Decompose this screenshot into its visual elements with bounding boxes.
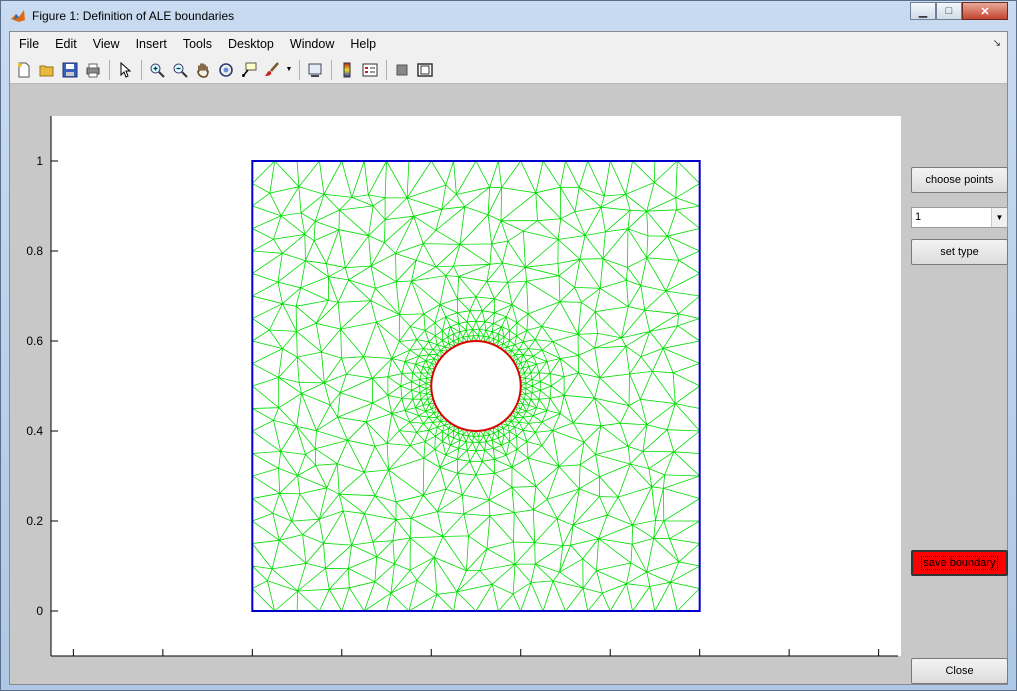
brush-icon[interactable] (261, 59, 283, 81)
maximize-button[interactable]: □ (936, 2, 962, 20)
menu-file[interactable]: File (10, 37, 47, 51)
choose-points-label: choose points (925, 174, 994, 186)
plot-svg[interactable]: -0.4 -0.2 0 0.2 0.4 0.6 0.8 1 1.2 1.4 0 0.2 0.4 0.6 0.… (18, 84, 898, 664)
x-tick-label: 0.4 (423, 663, 440, 664)
choose-points-button[interactable]: choose points (911, 167, 1008, 193)
figure-client: File Edit View Insert Tools Desktop Wind… (9, 31, 1008, 685)
minimize-icon: ▁ (918, 5, 928, 18)
x-tick-label: 1.4 (870, 663, 887, 664)
menu-tools[interactable]: Tools (175, 37, 220, 51)
x-tick-label: 0.2 (333, 663, 350, 664)
rotate-icon[interactable] (215, 59, 237, 81)
show-plot-tools-icon[interactable] (414, 59, 436, 81)
dock-arrow-icon[interactable]: ↘ (993, 38, 1001, 49)
new-figure-icon[interactable] (13, 59, 35, 81)
close-window-button[interactable]: ✕ (962, 2, 1008, 20)
x-tick-label: 1.2 (781, 663, 798, 664)
y-tick-label: 1 (36, 154, 43, 168)
zoom-out-icon[interactable] (169, 59, 191, 81)
menu-edit[interactable]: Edit (47, 37, 85, 51)
close-label: Close (945, 665, 974, 677)
set-type-label: set type (940, 246, 979, 258)
link-plot-icon[interactable] (304, 59, 326, 81)
type-select[interactable]: 1 ▼ (911, 207, 1008, 228)
zoom-in-icon[interactable] (146, 59, 168, 81)
x-tick-label: 0.6 (512, 663, 529, 664)
hide-plot-tools-icon[interactable] (391, 59, 413, 81)
x-tick-label: 0.8 (602, 663, 619, 664)
save-boundary-button[interactable]: save boundary (911, 550, 1008, 576)
menu-window[interactable]: Window (282, 37, 342, 51)
menu-view[interactable]: View (85, 37, 128, 51)
x-tick-label: 0 (249, 663, 256, 664)
y-tick-label: 0.2 (26, 514, 43, 528)
pointer-icon[interactable] (114, 59, 136, 81)
figure-toolbar: ▼ (10, 56, 1007, 84)
save-icon[interactable] (59, 59, 81, 81)
save-boundary-label: save boundary (921, 556, 998, 570)
y-tick-label: 0 (36, 604, 43, 618)
menu-help[interactable]: Help (342, 37, 384, 51)
menu-insert[interactable]: Insert (128, 37, 175, 51)
y-tick-label: 0.4 (26, 424, 43, 438)
window-title: Figure 1: Definition of ALE boundaries (32, 9, 235, 23)
x-tick-label: -0.2 (152, 663, 173, 664)
hole-boundary (430, 340, 522, 432)
colorbar-icon[interactable] (336, 59, 358, 81)
toolbar-separator (331, 59, 332, 80)
y-tick-label: 0.8 (26, 244, 43, 258)
toolbar-separator (141, 59, 142, 80)
chevron-down-icon[interactable]: ▼ (991, 208, 1007, 227)
toolbar-separator (299, 59, 300, 80)
pan-icon[interactable] (192, 59, 214, 81)
y-tick-label: 0.6 (26, 334, 43, 348)
print-icon[interactable] (82, 59, 104, 81)
close-icon: ✕ (980, 5, 990, 18)
title-bar[interactable]: Figure 1: Definition of ALE boundaries ▁… (1, 1, 1016, 31)
x-tick-label: 1 (696, 663, 703, 664)
open-file-icon[interactable] (36, 59, 58, 81)
menu-bar: File Edit View Insert Tools Desktop Wind… (10, 32, 1007, 56)
x-tick-label: -0.4 (63, 663, 84, 664)
toolbar-separator (109, 59, 110, 80)
maximize-icon: □ (945, 5, 953, 17)
menu-desktop[interactable]: Desktop (220, 37, 282, 51)
set-type-button[interactable]: set type (911, 239, 1008, 265)
minimize-button[interactable]: ▁ (910, 2, 936, 20)
brush-dropdown-icon[interactable]: ▼ (284, 59, 294, 81)
close-button[interactable]: Close (911, 658, 1008, 684)
matlab-icon (11, 10, 25, 22)
toolbar-separator (386, 59, 387, 80)
legend-icon[interactable] (359, 59, 381, 81)
data-cursor-icon[interactable] (238, 59, 260, 81)
figure-window: Figure 1: Definition of ALE boundaries ▁… (0, 0, 1017, 691)
type-select-value: 1 (915, 211, 922, 223)
